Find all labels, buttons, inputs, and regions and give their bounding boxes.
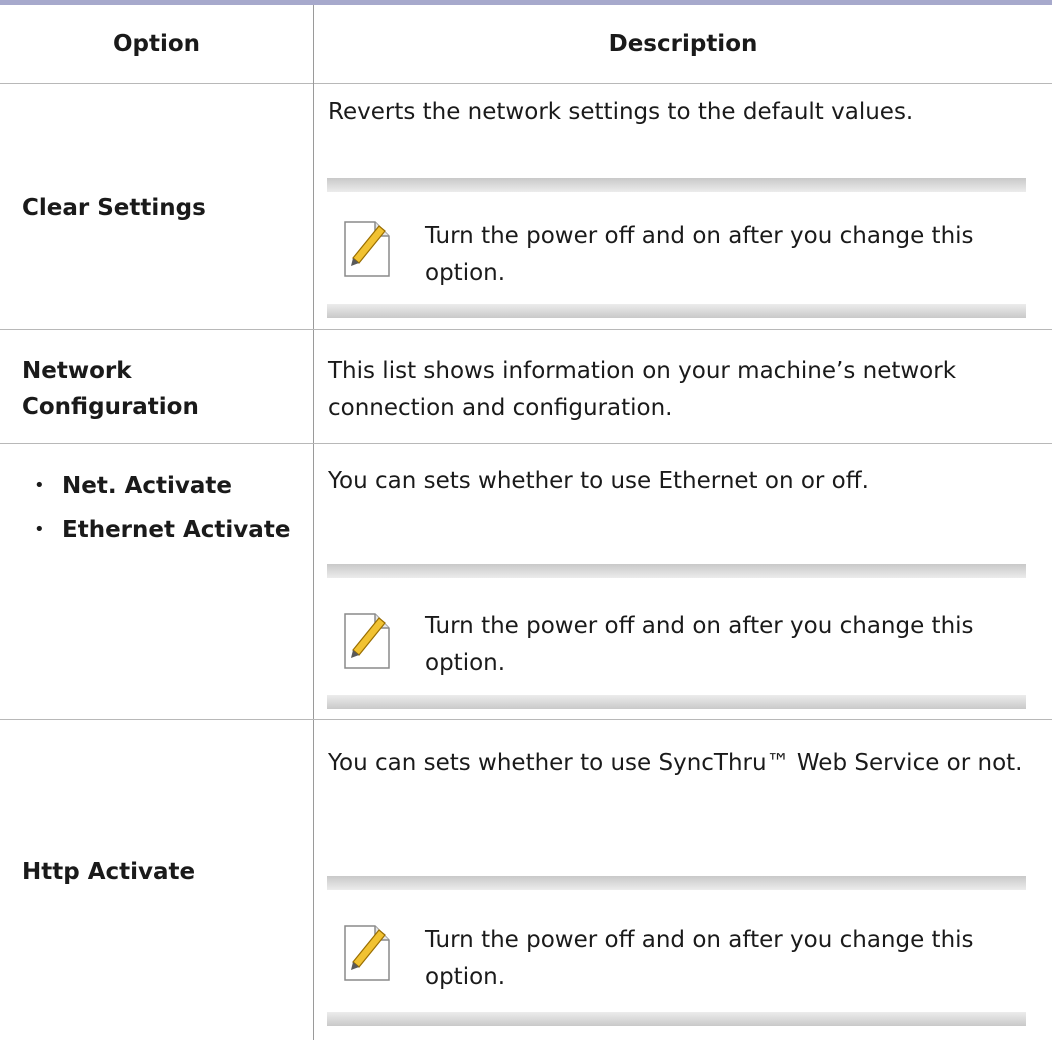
option-label: Ethernet Activate [62,517,291,543]
description-text: Reverts the network settings to the defa… [328,99,914,125]
note-box: Turn the power off and on after you chan… [327,564,1026,709]
note-pencil-icon [343,610,395,670]
note-bottom-bar [327,1012,1026,1026]
option-label-line1: Network [22,358,132,384]
option-label-line2: Configuration [22,394,199,420]
table-row: Network Configuration This list shows in… [0,330,1052,444]
note-box: Turn the power off and on after you chan… [327,178,1026,318]
bullet-icon: • [34,475,45,496]
description-text: You can sets whether to use SyncThru™ We… [328,750,1023,776]
note-text: Turn the power off and on after you chan… [425,613,974,676]
note-text: Turn the power off and on after you chan… [425,223,974,286]
note-bottom-bar [327,304,1026,318]
note-bottom-bar [327,695,1026,709]
option-bullet-list: • Net. Activate • Ethernet Activate [22,464,312,552]
note-top-bar [327,564,1026,578]
list-item: • Net. Activate [22,464,312,508]
description-text: This list shows information on your mach… [328,358,957,421]
column-header-option: Option [112,31,201,57]
settings-table: Option Description Clear Settings Revert… [0,0,1052,1040]
note-pencil-icon [343,218,395,278]
note-top-bar [327,178,1026,192]
note-text: Turn the power off and on after you chan… [425,927,974,990]
table-row: • Net. Activate • Ethernet Activate You … [0,444,1052,720]
note-box: Turn the power off and on after you chan… [327,876,1026,1026]
description-text: You can sets whether to use Ethernet on … [328,468,869,494]
column-header-description: Description [608,31,758,57]
bullet-icon: • [34,519,45,540]
table-row: Clear Settings Reverts the network setti… [0,84,1052,330]
note-pencil-icon [343,922,395,982]
option-label: Http Activate [22,859,196,885]
option-label: Net. Activate [62,473,233,499]
list-item: • Ethernet Activate [22,508,312,552]
note-top-bar [327,876,1026,890]
table-row: Http Activate You can sets whether to us… [0,720,1052,1040]
option-label: Clear Settings [22,195,206,221]
table-header-row: Option Description [0,5,1052,84]
